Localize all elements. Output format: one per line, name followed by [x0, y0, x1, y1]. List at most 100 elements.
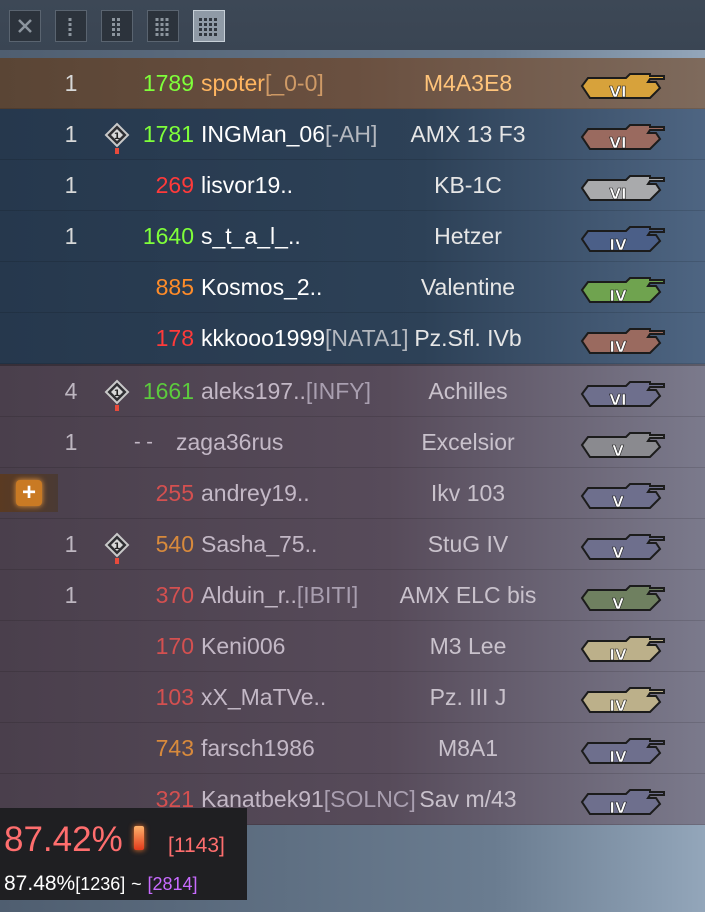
player-name[interactable]: INGMan_06[-AH]	[201, 109, 377, 159]
secondary-percent: 87.48%	[4, 872, 76, 895]
player-rating: 743	[155, 735, 194, 761]
player-nick: zaga36rus	[176, 429, 284, 455]
player-nick: Kosmos_2..	[201, 274, 323, 300]
player-nick: aleks197..	[201, 378, 306, 404]
ally-player-row[interactable]: 885 Kosmos_2.. Valentine IV	[0, 262, 705, 313]
tank-class-icon: VI	[576, 117, 668, 153]
svg-text:IV: IV	[609, 748, 627, 766]
toolbar-button-4[interactable]	[147, 10, 179, 42]
squad-number: 1	[64, 582, 78, 608]
player-name[interactable]: kkkooo1999[NATA1]	[201, 313, 409, 363]
tank-class-icon: IV	[576, 782, 668, 818]
svg-text:V: V	[612, 442, 624, 460]
player-name[interactable]: zaga36rus	[176, 417, 283, 467]
tank-class-icon: IV	[576, 731, 668, 767]
player-name[interactable]: andrey19..	[201, 468, 310, 518]
tank-name: AMX ELC bis	[399, 582, 537, 608]
enemy-player-row[interactable]: 4 1 1661 aleks197..[INFY] Achilles VI	[0, 364, 705, 417]
player-nick: Keni006	[201, 633, 286, 659]
player-name[interactable]: Alduin_r..[IBITI]	[201, 570, 358, 620]
player-rating: 1640	[142, 223, 194, 249]
player-name[interactable]: xX_MaTVe..	[201, 672, 326, 722]
player-rating: 269	[155, 172, 194, 198]
ally-player-row[interactable]: 178 kkkooo1999[NATA1] Pz.Sfl. IVb IV	[0, 313, 705, 364]
player-name[interactable]: spoter[_0-0]	[201, 58, 324, 108]
player-rating: 103	[155, 684, 194, 710]
tank-class-icon: VI	[576, 374, 668, 410]
player-name[interactable]: Sasha_75..	[201, 519, 317, 569]
ally-player-row[interactable]: 1 1789 spoter[_0-0] M4A3E8 VI	[0, 58, 705, 109]
squad-number: 1	[64, 531, 78, 557]
player-nick: kkkooo1999	[201, 325, 326, 351]
player-nick: farsch1986	[201, 735, 315, 761]
enemy-player-row[interactable]: 1 370 Alduin_r..[IBITI] AMX ELC bis V	[0, 570, 705, 621]
svg-text:IV: IV	[609, 338, 627, 356]
toolbar-button-1[interactable]	[9, 10, 41, 42]
enemy-player-row[interactable]: 170 Keni006 M3 Lee IV	[0, 621, 705, 672]
enemy-player-row[interactable]: 103 xX_MaTVe.. Pz. III J IV	[0, 672, 705, 723]
squad-number: 1	[64, 70, 78, 96]
rank-badge-icon: 1	[104, 122, 130, 158]
tank-name: Valentine	[420, 274, 516, 300]
player-rating: 170	[155, 633, 194, 659]
player-nick: xX_MaTVe..	[201, 684, 327, 710]
player-rating: 1781	[142, 121, 194, 147]
svg-text:IV: IV	[609, 287, 627, 305]
player-name[interactable]: Kosmos_2..	[201, 262, 322, 312]
svg-text:VI: VI	[609, 185, 626, 203]
tank-name: Sav m/43	[419, 786, 517, 812]
svg-text:1: 1	[114, 542, 120, 552]
player-rating: 178	[155, 325, 194, 351]
tank-class-icon: V	[576, 527, 668, 563]
tank-class-icon: IV	[576, 321, 668, 357]
clan-tag: [IBITI]	[296, 582, 359, 608]
squad-number: 1	[64, 223, 78, 249]
player-rating: 1789	[142, 70, 194, 96]
player-name[interactable]: lisvor19..	[201, 160, 293, 210]
svg-text:VI: VI	[609, 134, 626, 152]
enemy-player-row[interactable]: 1- - zaga36rus Excelsior V	[0, 417, 705, 468]
enemy-player-row[interactable]: 743 farsch1986 M8A1 IV	[0, 723, 705, 774]
player-name[interactable]: farsch1986	[201, 723, 315, 773]
tank-name: M4A3E8	[423, 70, 513, 96]
toolbar-button-5[interactable]	[193, 10, 225, 42]
tank-name: Pz.Sfl. IVb	[414, 325, 522, 351]
squad-number	[56, 621, 86, 671]
svg-text:VI: VI	[609, 83, 626, 101]
svg-text:IV: IV	[609, 697, 627, 715]
player-name[interactable]: s_t_a_l_..	[201, 211, 301, 261]
squad-number	[56, 262, 86, 312]
enemy-player-row[interactable]: +255 andrey19.. Ikv 103 V	[0, 468, 705, 519]
tank-class-icon: V	[576, 476, 668, 512]
rank-badge-icon: 1	[104, 379, 130, 415]
tank-class-icon: IV	[576, 680, 668, 716]
toolbar-button-3[interactable]	[101, 10, 133, 42]
player-rating: 885	[155, 274, 194, 300]
squad-number: 1	[64, 172, 78, 198]
tank-name: Hetzer	[434, 223, 502, 249]
player-nick: s_t_a_l_..	[201, 223, 301, 249]
player-name[interactable]: Keni006	[201, 621, 285, 671]
clan-tag: [INFY]	[305, 378, 372, 404]
team-list: 1 1789 spoter[_0-0] M4A3E8 VI 1 1 1781 INGMan_06…	[0, 58, 705, 825]
tank-class-icon: IV	[576, 629, 668, 665]
squad-number: 1	[64, 121, 78, 147]
toolbar-button-2[interactable]	[55, 10, 87, 42]
squad-number: 4	[64, 378, 78, 404]
tank-class-icon: IV	[576, 270, 668, 306]
clan-tag: [_0-0]	[264, 70, 324, 96]
tilde-separator: ~	[131, 874, 142, 894]
svg-text:VI: VI	[609, 391, 626, 409]
player-name[interactable]: aleks197..[INFY]	[201, 366, 371, 416]
player-rating: 255	[155, 480, 194, 506]
player-rating: 1661	[142, 378, 194, 404]
tank-class-icon: VI	[576, 168, 668, 204]
ally-player-row[interactable]: 1 1 1781 INGMan_06[-AH] AMX 13 F3 VI	[0, 109, 705, 160]
battles-count: [1143]	[168, 834, 225, 857]
rating-value: [2814]	[147, 874, 198, 894]
columns-2-icon	[101, 11, 133, 41]
enemy-player-row[interactable]: 1 1 540 Sasha_75.. StuG IV V	[0, 519, 705, 570]
ally-player-row[interactable]: 1 269 lisvor19.. KB-1C VI	[0, 160, 705, 211]
ally-player-row[interactable]: 1 1640 s_t_a_l_.. Hetzer IV	[0, 211, 705, 262]
player-nick: INGMan_06	[201, 121, 326, 147]
